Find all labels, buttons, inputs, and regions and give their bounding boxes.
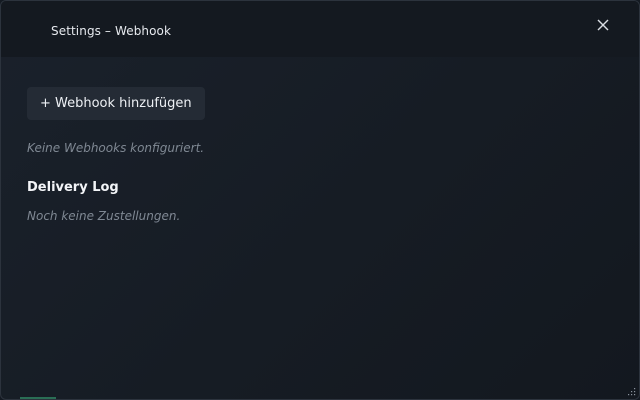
delivery-log-empty-message: Noch keine Zustellungen. (27, 209, 181, 223)
close-button[interactable] (591, 13, 615, 37)
webhooks-empty-message: Keine Webhooks konfiguriert. (27, 141, 205, 155)
resize-grip-icon[interactable] (626, 386, 636, 396)
bottom-accent-bar (20, 397, 56, 399)
window-title: Settings – Webhook (51, 24, 172, 38)
add-webhook-button[interactable]: + Webhook hinzufügen (27, 87, 205, 120)
title-bar: Settings – Webhook (1, 1, 639, 57)
webhook-settings-content: + Webhook hinzufügen Keine Webhooks konf… (27, 87, 613, 223)
settings-window: Settings – Webhook + Webhook hinzufügen … (0, 0, 640, 400)
delivery-log-heading: Delivery Log (27, 180, 119, 195)
close-icon (597, 19, 609, 31)
